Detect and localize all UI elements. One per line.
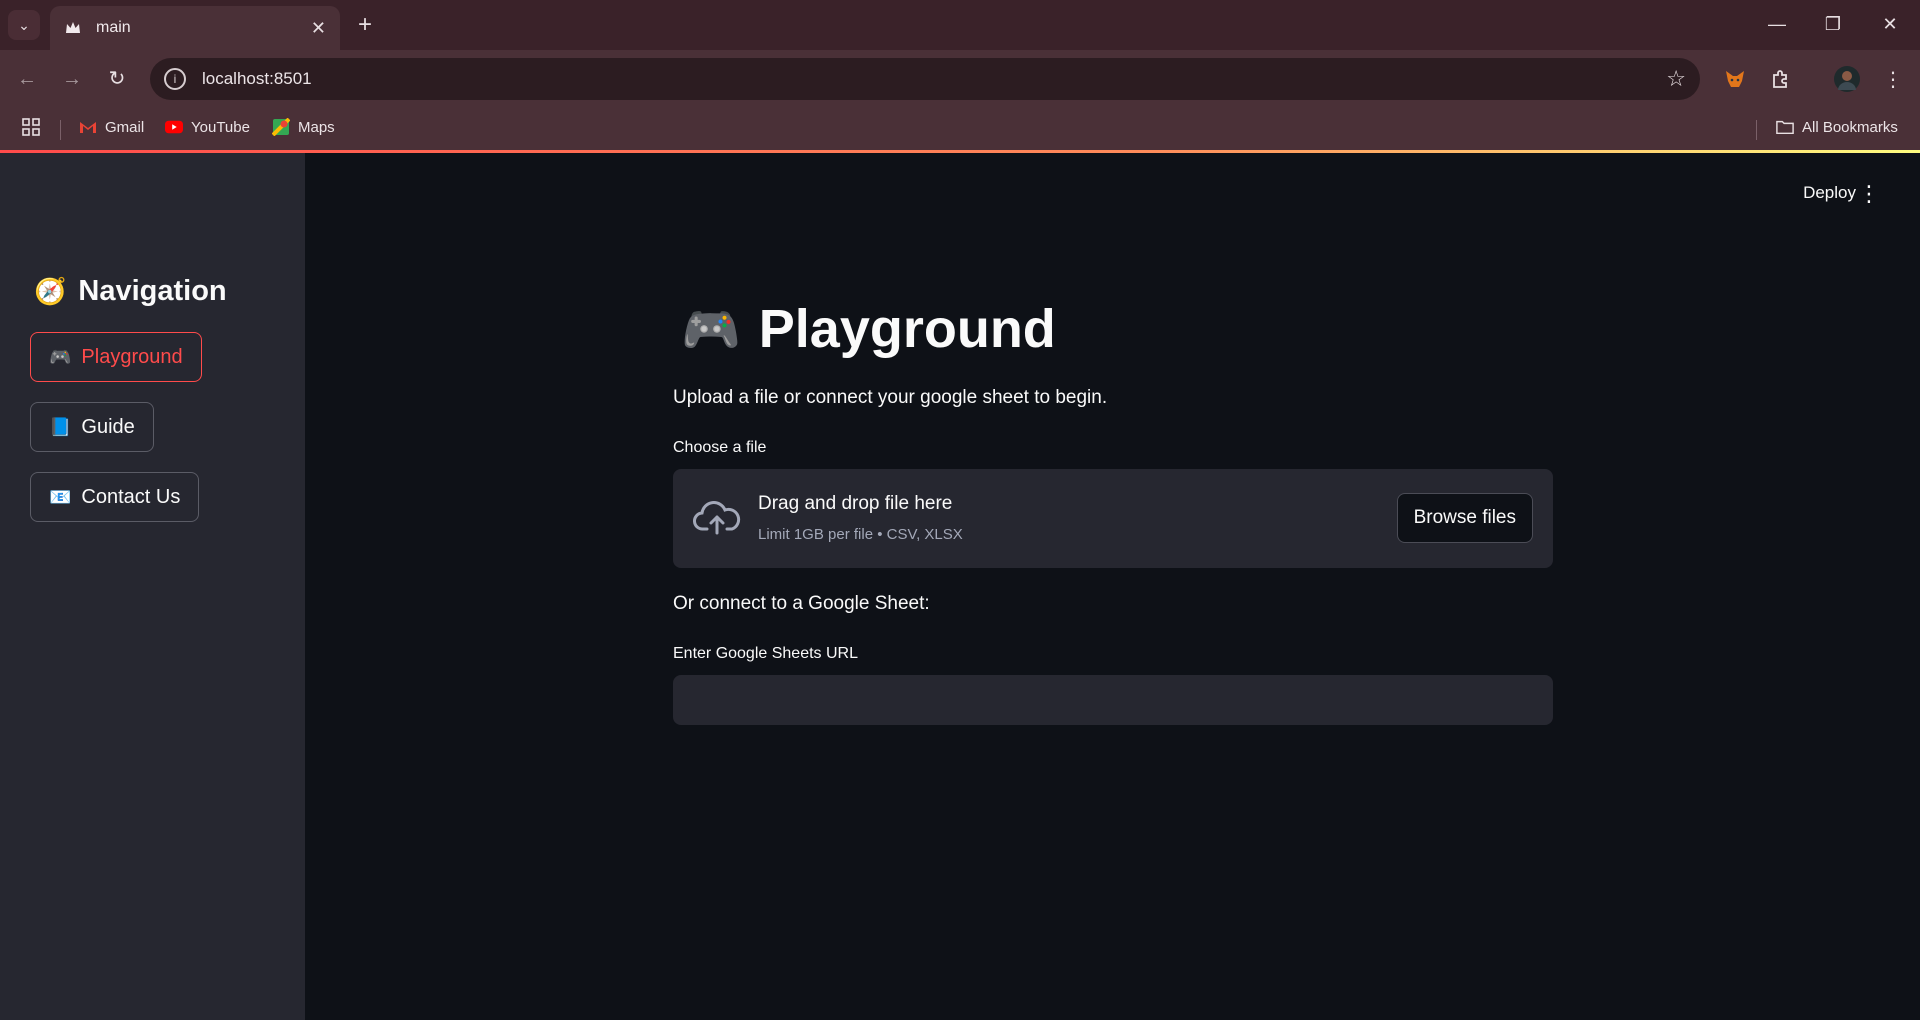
kebab-menu-icon[interactable]: ⋮ (1858, 181, 1880, 207)
bookmark-maps[interactable]: Maps (272, 118, 335, 136)
sidebar-item-contact-us[interactable]: 📧 Contact Us (30, 472, 200, 522)
cloud-upload-icon (693, 497, 741, 539)
sidebar-title: 🧭 Navigation (34, 275, 227, 308)
restore-icon[interactable]: ❐ (1813, 8, 1853, 40)
sidebar: 🧭 Navigation 🎮 Playground 📘 Guide 📧 Cont… (0, 153, 305, 1020)
sidebar-title-text: Navigation (78, 275, 227, 307)
blue-book-icon: 📘 (49, 416, 72, 437)
game-controller-icon: 🎮 (49, 346, 72, 367)
bookmark-youtube[interactable]: YouTube (165, 118, 250, 136)
browse-files-button[interactable]: Browse files (1396, 493, 1533, 543)
gmail-icon (79, 118, 97, 136)
forward-arrow-icon[interactable]: → (57, 64, 87, 94)
deploy-button[interactable]: Deploy (1803, 183, 1856, 203)
browser-menu-icon[interactable]: ⋮ (1878, 64, 1908, 94)
browser-tab[interactable]: main ✕ (50, 6, 340, 50)
streamlit-crown-icon (64, 19, 82, 37)
sidebar-item-guide[interactable]: 📘 Guide (30, 402, 154, 452)
youtube-icon (165, 118, 183, 136)
google-sheets-url-label: Enter Google Sheets URL (673, 645, 858, 662)
bookmarks-bar: Gmail YouTube Maps All Bookmarks (0, 108, 1920, 150)
all-bookmarks-label: All Bookmarks (1802, 118, 1898, 136)
dropzone-limits: Limit 1GB per file • CSV, XLSX (758, 526, 963, 543)
browser-toolbar: ← → ↻ i localhost:8501 ☆ ⋮ (0, 50, 1920, 108)
chevron-down-icon: ⌄ (18, 16, 30, 33)
browser-titlebar: ⌄ main ✕ + — ❐ ✕ (0, 0, 1920, 50)
minimize-icon[interactable]: — (1757, 8, 1797, 40)
google-sheet-heading: Or connect to a Google Sheet: (673, 593, 930, 614)
compass-icon: 🧭 (34, 276, 67, 306)
game-controller-icon: 🎮 (681, 303, 741, 357)
back-arrow-icon[interactable]: ← (12, 64, 42, 94)
file-uploader-label: Choose a file (673, 439, 767, 456)
extensions-puzzle-icon[interactable] (1766, 64, 1796, 94)
close-icon[interactable]: ✕ (311, 18, 326, 39)
bookmark-label: Gmail (105, 118, 145, 136)
intro-text: Upload a file or connect your google she… (673, 387, 1108, 408)
bookmark-gmail[interactable]: Gmail (79, 118, 144, 136)
file-dropzone[interactable]: Drag and drop file here Limit 1GB per fi… (673, 469, 1553, 568)
bookmark-separator (60, 120, 61, 140)
new-tab-button[interactable]: + (352, 12, 378, 38)
email-icon: 📧 (49, 486, 72, 507)
window-close-icon[interactable]: ✕ (1870, 8, 1910, 40)
sidebar-item-label: Guide (81, 415, 135, 438)
metamask-fox-icon[interactable] (1720, 64, 1750, 94)
tab-search-button[interactable]: ⌄ (8, 10, 40, 40)
address-bar[interactable]: i localhost:8501 ☆ (150, 58, 1700, 100)
bookmark-star-icon[interactable]: ☆ (1666, 66, 1686, 92)
reload-icon[interactable]: ↻ (102, 64, 132, 94)
dropzone-title: Drag and drop file here (758, 493, 953, 514)
bookmark-label: YouTube (191, 118, 250, 136)
tab-title: main (96, 19, 131, 36)
bookmark-separator (1756, 120, 1757, 140)
google-sheets-url-input[interactable] (673, 675, 1553, 725)
main-content: Deploy ⋮ 🎮 Playground Upload a file or c… (305, 153, 1920, 1020)
all-bookmarks-button[interactable]: All Bookmarks (1776, 118, 1898, 136)
maps-icon (272, 118, 290, 136)
sidebar-item-playground[interactable]: 🎮 Playground (30, 332, 202, 382)
profile-avatar[interactable] (1832, 64, 1862, 94)
sidebar-item-label: Contact Us (81, 485, 181, 508)
sidebar-item-label: Playground (81, 345, 183, 368)
apps-grid-icon[interactable] (22, 118, 40, 136)
url-text: localhost:8501 (202, 69, 312, 88)
bookmark-label: Maps (298, 118, 335, 136)
page-title: 🎮 Playground (681, 298, 1056, 360)
folder-icon (1776, 118, 1794, 136)
page-title-text: Playground (758, 299, 1056, 359)
site-info-icon[interactable]: i (164, 68, 186, 90)
